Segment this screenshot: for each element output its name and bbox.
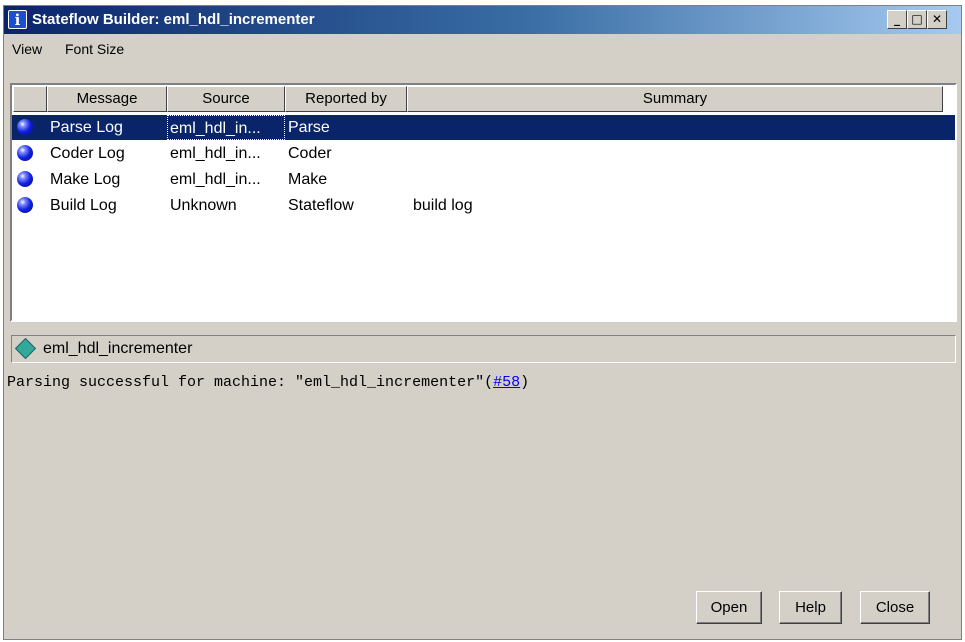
cell-message: Coder Log — [50, 145, 125, 162]
info-icon: i — [8, 10, 27, 29]
cell-summary: build log — [413, 197, 473, 214]
blue-ball-icon — [17, 119, 33, 135]
blue-ball-icon — [17, 171, 33, 187]
column-header-message[interactable]: Message — [47, 86, 167, 112]
message-table: Message Source Reported by Summary Parse… — [10, 83, 957, 322]
cell-source: eml_hdl_in... — [167, 115, 285, 140]
object-path-label: eml_hdl_incrementer — [43, 340, 193, 357]
log-text: Parsing successful for machine: "eml_hdl… — [7, 374, 494, 391]
menu-font-size[interactable]: Font Size — [65, 41, 124, 57]
log-link[interactable]: #58 — [493, 374, 520, 391]
close-window-button[interactable]: ✕ — [927, 10, 947, 29]
cell-summary — [408, 167, 945, 192]
cell-source: eml_hdl_in... — [170, 145, 261, 162]
stateflow-builder-window: i Stateflow Builder: eml_hdl_incrementer… — [3, 5, 962, 640]
cell-source: eml_hdl_in... — [170, 171, 261, 188]
cell-reported-by: Make — [288, 171, 328, 188]
cell-reported-by: Stateflow — [288, 197, 354, 214]
maximize-button[interactable]: □ — [907, 10, 927, 29]
object-path-bar[interactable]: eml_hdl_incrementer — [11, 335, 956, 363]
log-output: Parsing successful for machine: "eml_hdl… — [7, 374, 529, 391]
cell-message: Parse Log — [50, 119, 123, 136]
title-bar[interactable]: i Stateflow Builder: eml_hdl_incrementer… — [4, 6, 961, 34]
cell-summary — [408, 141, 945, 166]
blue-ball-icon — [17, 145, 33, 161]
column-header-reported-by[interactable]: Reported by — [285, 86, 407, 112]
window-title: Stateflow Builder: eml_hdl_incrementer — [32, 11, 315, 28]
table-row[interactable]: Parse Log eml_hdl_in... Parse — [12, 115, 955, 140]
help-button[interactable]: Help — [779, 591, 842, 624]
table-row[interactable]: Make Log eml_hdl_in... Make — [12, 167, 955, 192]
cell-reported-by: Parse — [288, 119, 330, 136]
table-row[interactable]: Build Log Unknown Stateflow build log — [12, 193, 955, 218]
open-button[interactable]: Open — [696, 591, 762, 624]
column-header-source[interactable]: Source — [167, 86, 285, 112]
cell-message: Build Log — [50, 197, 117, 214]
cell-reported-by: Coder — [288, 145, 332, 162]
log-text-suffix: ) — [520, 374, 530, 391]
cell-message: Make Log — [50, 171, 121, 188]
column-header-icon[interactable] — [13, 86, 47, 112]
menu-view[interactable]: View — [12, 41, 42, 57]
cell-source: Unknown — [170, 197, 237, 214]
table-row[interactable]: Coder Log eml_hdl_in... Coder — [12, 141, 955, 166]
cell-summary — [408, 115, 945, 140]
minimize-button[interactable]: _ — [887, 10, 907, 29]
blue-ball-icon — [17, 197, 33, 213]
stateflow-diamond-icon — [14, 337, 37, 360]
menu-bar: View Font Size — [4, 34, 961, 61]
column-header-summary[interactable]: Summary — [407, 86, 943, 112]
close-button[interactable]: Close — [860, 591, 930, 624]
